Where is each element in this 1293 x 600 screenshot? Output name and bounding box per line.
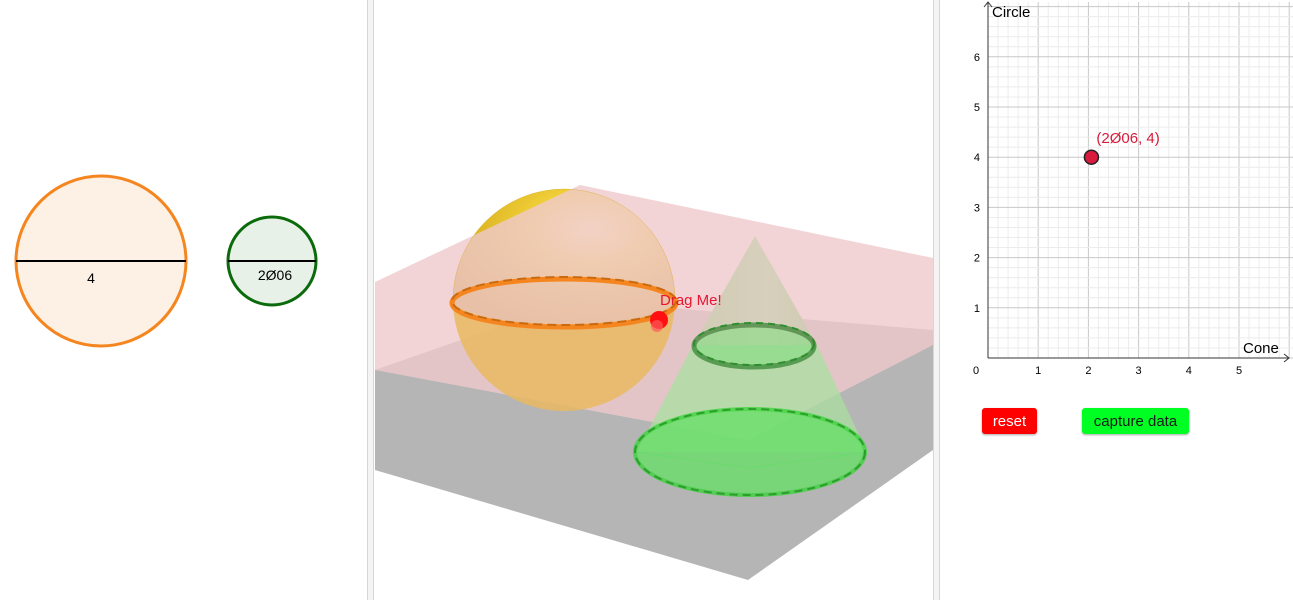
- cone-cross-section-circle: 2Ø06: [226, 215, 318, 307]
- y-tick-label: 2: [974, 253, 980, 265]
- y-tick-label: 1: [974, 303, 980, 315]
- capture-data-button[interactable]: capture data: [1082, 408, 1189, 434]
- graph-view-panel[interactable]: 0 1 2 3 4 5 1 2 3 4 5 6 Circle Cone (2Ø06, 4) reset…: [941, 0, 1293, 600]
- y-tick-label: 6: [974, 52, 980, 64]
- x-tick-label: 5: [1236, 365, 1242, 377]
- x-tick-label: 0: [973, 365, 979, 377]
- panel-splitter[interactable]: [367, 0, 374, 600]
- x-tick-label: 2: [1085, 365, 1091, 377]
- reset-button[interactable]: reset: [982, 408, 1037, 434]
- graph-canvas[interactable]: 0 1 2 3 4 5 1 2 3 4 5 6 Circle Cone (2Ø06, 4): [941, 0, 1293, 400]
- data-point-label: (2Ø06, 4): [1096, 130, 1159, 147]
- data-point[interactable]: [1083, 149, 1100, 165]
- 3d-view-canvas[interactable]: Drag Me!: [375, 0, 933, 600]
- sphere-cross-section-circle: 4: [14, 174, 188, 348]
- x-tick-label: 3: [1136, 365, 1142, 377]
- x-tick-label: 1: [1035, 365, 1041, 377]
- circle-view-canvas: 4 2Ø06: [14, 174, 318, 348]
- circle-view-panel: 4 2Ø06: [0, 0, 367, 600]
- x-tick-label: 4: [1186, 365, 1192, 377]
- x-axis-label: Cone: [1243, 340, 1279, 357]
- sphere-diameter-label: 4: [87, 270, 95, 286]
- y-tick-label: 3: [974, 202, 980, 214]
- drag-me-label: Drag Me!: [660, 292, 722, 309]
- cone-section-ring: [691, 322, 817, 370]
- 3d-view-panel[interactable]: Drag Me!: [375, 0, 933, 600]
- y-tick-label: 5: [974, 102, 980, 114]
- y-tick-label: 4: [974, 152, 980, 164]
- cone-diameter-label: 2Ø06: [258, 267, 292, 283]
- y-axis-label: Circle: [992, 4, 1030, 21]
- panel-splitter-2[interactable]: [933, 0, 940, 600]
